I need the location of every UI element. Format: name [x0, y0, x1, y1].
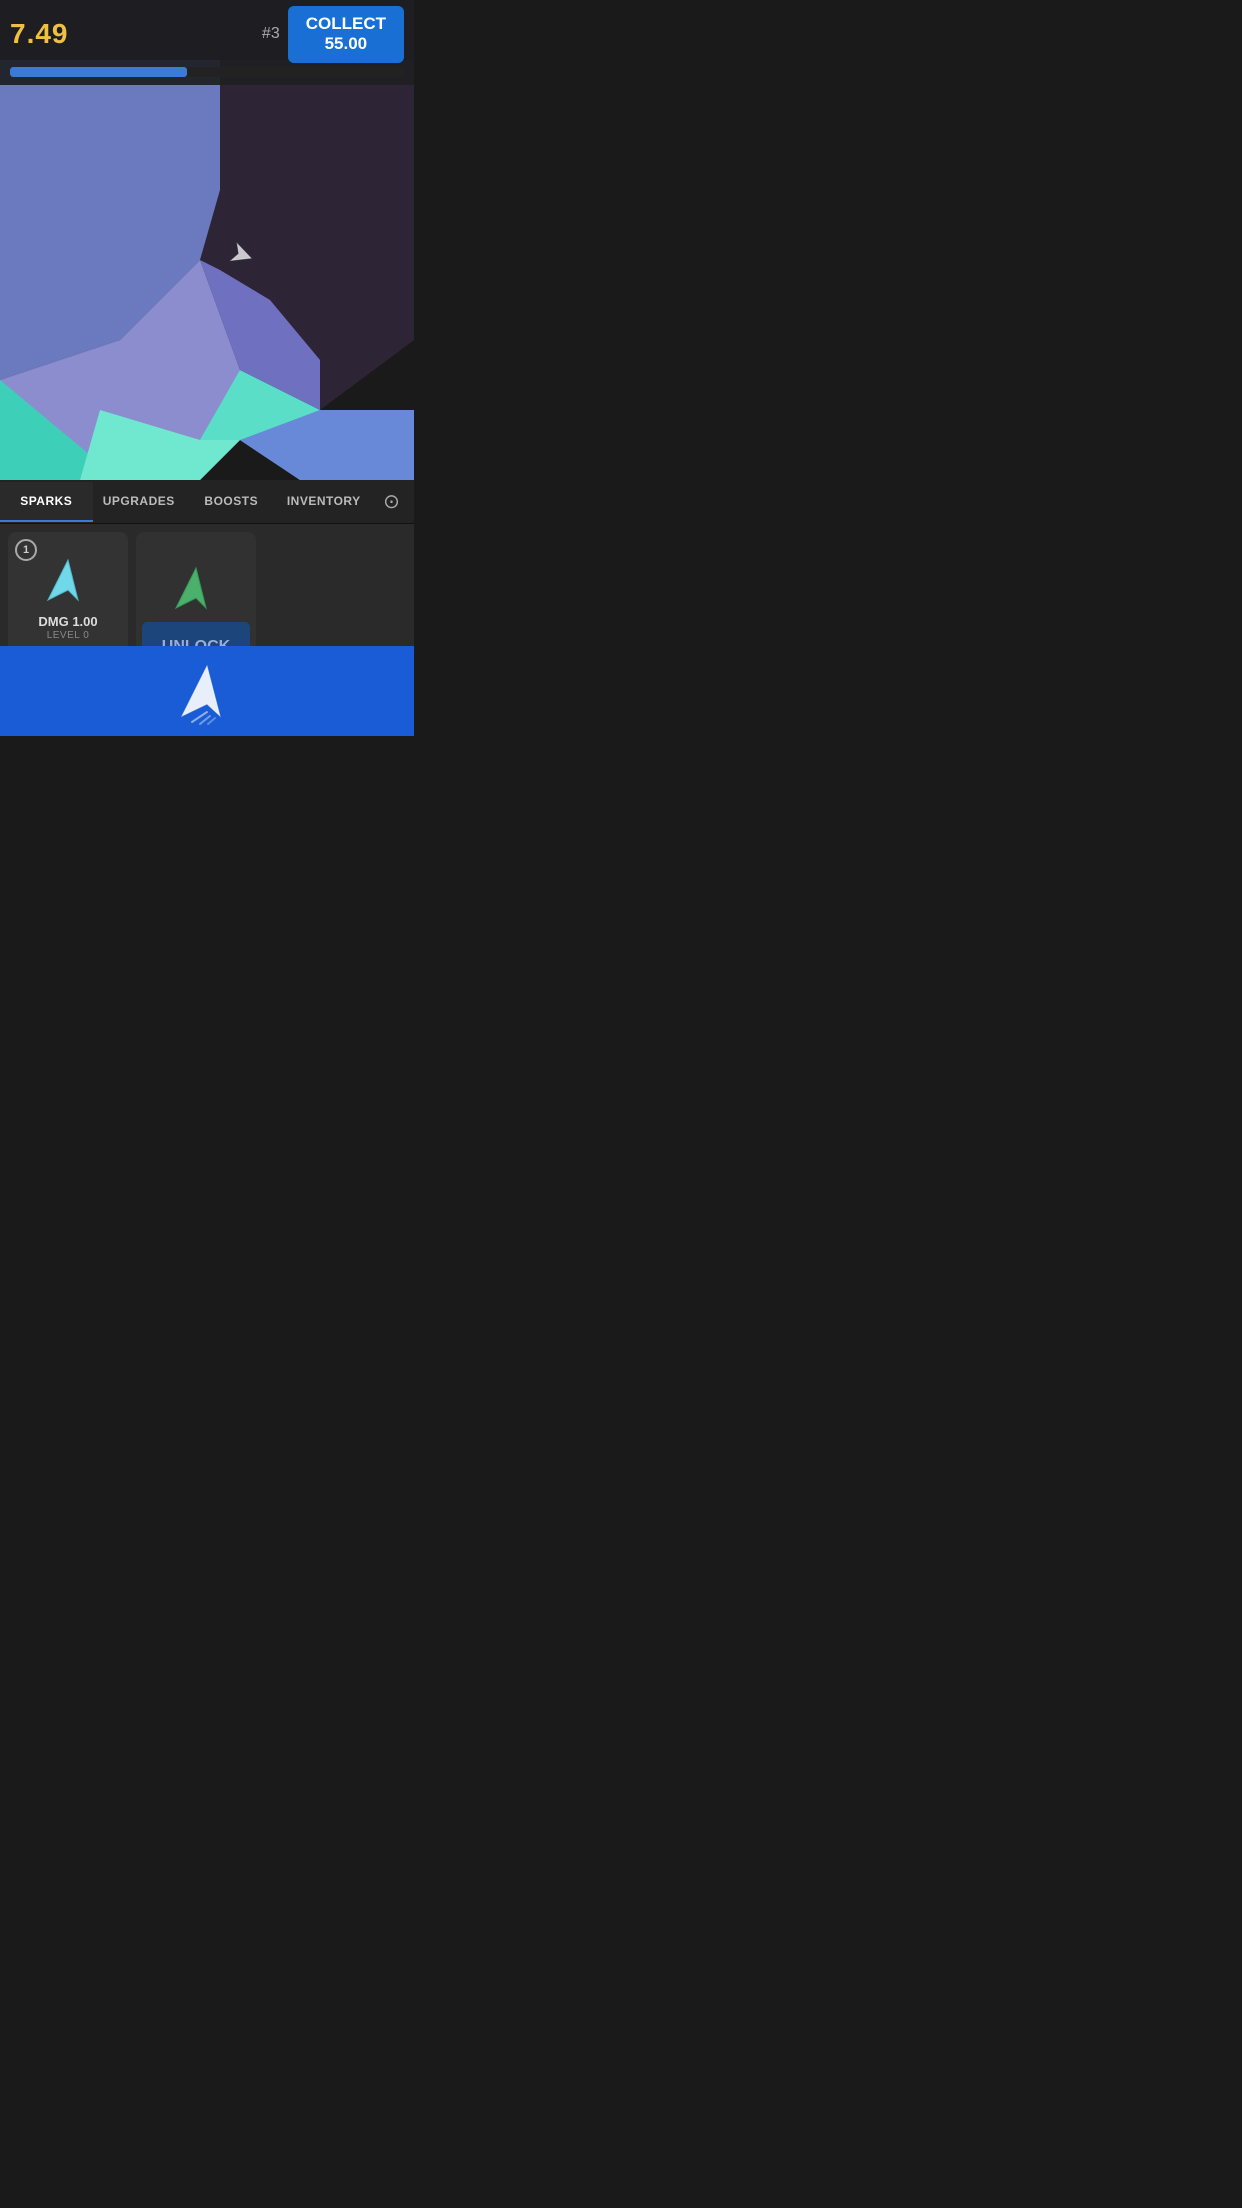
spark-level: LEVEL 0 — [47, 630, 90, 641]
locked-spark-arrow-icon — [170, 562, 222, 614]
tab-boosts[interactable]: BOOSTS — [185, 482, 278, 522]
spark-number-badge: 1 — [15, 539, 37, 561]
tab-inventory[interactable]: INVENTORY — [278, 482, 371, 522]
game-background — [0, 60, 414, 480]
top-hud: 7.49 #3 COLLECT 55.00 — [0, 0, 414, 85]
progress-bar — [10, 67, 404, 77]
tab-sparks[interactable]: SPARKS — [0, 482, 93, 522]
rank-badge: #3 — [262, 25, 280, 43]
game-area[interactable] — [0, 60, 414, 480]
tab-upgrades[interactable]: UPGRADES — [93, 482, 186, 522]
spark-name: DMG 1.00 — [38, 614, 97, 629]
more-dots-icon: ⊙ — [383, 489, 401, 514]
bottom-bar[interactable] — [0, 646, 414, 736]
tabs-bar: SPARKS UPGRADES BOOSTS INVENTORY ⊙ — [0, 480, 414, 524]
spark-icon-area — [38, 550, 98, 610]
launch-arrow-icon — [172, 656, 242, 726]
tab-more-button[interactable]: ⊙ — [370, 489, 414, 514]
collect-button[interactable]: COLLECT 55.00 — [288, 6, 404, 63]
progress-bar-fill — [10, 67, 187, 77]
spark-arrow-icon — [42, 554, 94, 606]
score-value: 7.49 — [10, 18, 69, 50]
locked-spark-icon-area — [166, 558, 226, 618]
